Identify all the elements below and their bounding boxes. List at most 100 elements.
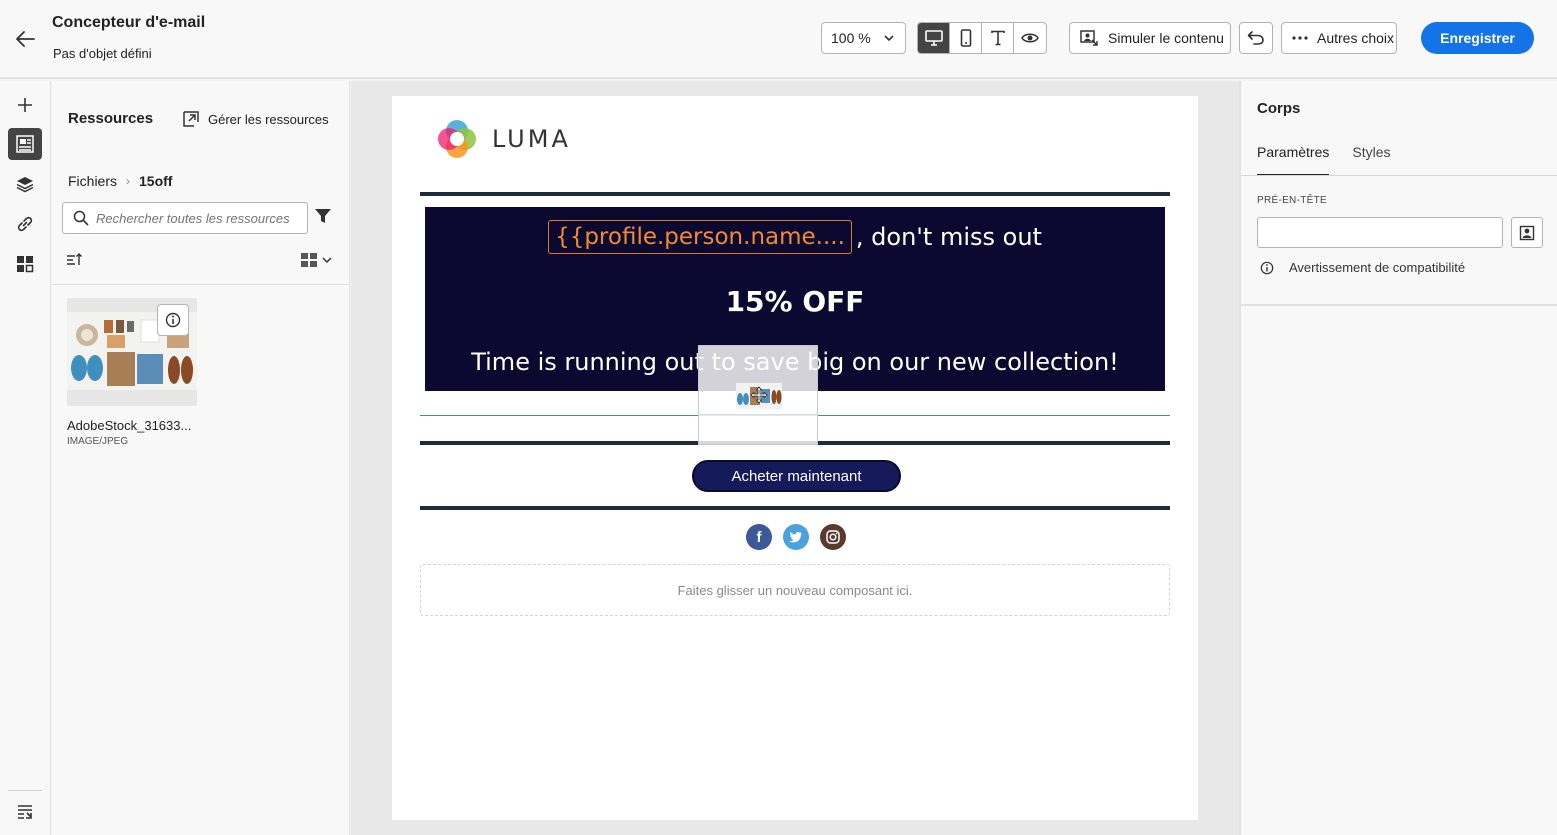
filter-button[interactable] <box>314 207 332 230</box>
email-body[interactable]: LUMA {{profile.person.name.... , don't m… <box>392 96 1198 820</box>
asset-type: IMAGE/JPEG <box>67 436 129 447</box>
chevron-down-icon <box>322 257 332 264</box>
brand-name: LUMA <box>492 125 571 153</box>
search-icon <box>73 210 89 226</box>
resource-search <box>62 202 308 234</box>
more-icon <box>1292 36 1308 40</box>
undo-button[interactable] <box>1239 22 1273 54</box>
hero-offer[interactable]: 15% OFF <box>425 285 1165 318</box>
layers-button[interactable] <box>8 168 42 200</box>
mobile-icon <box>960 29 971 47</box>
manage-resources-link[interactable]: Gérer les ressources <box>182 110 329 128</box>
simulate-label: Simuler le contenu <box>1108 30 1224 46</box>
assets-icon <box>16 135 34 153</box>
subject-line: Pas d'objet défini <box>53 46 152 61</box>
links-button[interactable] <box>8 208 42 240</box>
preheader-label: PRÉ-EN-TÊTE <box>1257 195 1327 206</box>
divider-bottom[interactable] <box>420 506 1170 510</box>
breadcrumb-current: 15off <box>139 173 173 189</box>
desktop-view-button[interactable] <box>918 23 950 53</box>
eye-icon <box>1021 33 1039 43</box>
add-components-button[interactable] <box>8 89 42 121</box>
personalization-icon <box>1519 225 1535 240</box>
component-dropzone[interactable]: Faites glisser un nouveau composant ici. <box>420 564 1170 616</box>
luma-logo-icon <box>438 120 476 158</box>
text-view-button[interactable] <box>982 23 1014 53</box>
fragments-icon <box>17 256 34 273</box>
manage-resources-label: Gérer les ressources <box>208 111 329 127</box>
resources-title: Ressources <box>68 110 154 127</box>
zoom-value: 100 % <box>831 30 871 46</box>
preview-button[interactable] <box>1014 23 1046 53</box>
sort-icon <box>67 253 82 265</box>
hero-headline[interactable]: {{profile.person.name.... , don't miss o… <box>425 220 1165 254</box>
facebook-icon[interactable]: f <box>746 524 772 550</box>
rail-divider <box>8 790 42 791</box>
mobile-view-button[interactable] <box>950 23 982 53</box>
text-icon <box>990 30 1005 46</box>
grid-view-icon <box>301 253 317 267</box>
assets-button[interactable] <box>8 128 42 160</box>
drag-preview <box>698 345 818 445</box>
asset-thumbnail[interactable] <box>67 298 197 406</box>
layers-settings-icon <box>18 805 32 819</box>
move-cursor-icon <box>750 386 768 404</box>
breadcrumb-root[interactable]: Fichiers <box>68 173 117 189</box>
more-options-button[interactable]: Autres choix <box>1281 22 1397 54</box>
simulate-icon <box>1080 30 1098 46</box>
tab-styles[interactable]: Styles <box>1352 144 1390 176</box>
sort-button[interactable] <box>66 252 84 271</box>
properties-tabs: Paramètres Styles <box>1257 144 1413 176</box>
section-divider <box>1241 304 1557 306</box>
drag-preview-divider <box>699 414 817 415</box>
info-icon <box>165 312 181 328</box>
plus-icon <box>18 98 32 112</box>
more-label: Autres choix <box>1317 30 1395 46</box>
info-icon <box>1260 261 1274 274</box>
email-canvas: LUMA {{profile.person.name.... , don't m… <box>351 81 1239 835</box>
view-layout-button[interactable] <box>300 252 333 268</box>
brand-logo[interactable]: LUMA <box>436 118 571 160</box>
preheader-input[interactable] <box>1257 217 1503 248</box>
view-mode-group <box>917 22 1047 54</box>
resources-panel: Ressources Gérer les ressources Fichiers… <box>52 81 350 835</box>
compatibility-label: Avertissement de compatibilité <box>1289 260 1466 275</box>
zoom-select[interactable]: 100 % <box>821 22 906 54</box>
back-button[interactable] <box>12 26 38 52</box>
tabs-divider <box>1241 175 1557 176</box>
asset-name: AdobeStock_31633... <box>67 418 192 433</box>
fragments-button[interactable] <box>8 248 42 280</box>
search-input[interactable] <box>96 210 296 226</box>
properties-title: Corps <box>1257 100 1301 117</box>
app-title: Concepteur d'e-mail <box>52 14 206 31</box>
properties-panel: Corps Paramètres Styles PRÉ-EN-TÊTE Aver… <box>1239 81 1557 835</box>
layer-settings-button[interactable] <box>8 796 42 828</box>
hero-headline-suffix: , don't miss out <box>855 223 1042 251</box>
compatibility-warning[interactable]: Avertissement de compatibilité <box>1260 260 1465 275</box>
simulate-content-button[interactable]: Simuler le contenu <box>1069 22 1231 54</box>
social-links: f <box>746 524 857 550</box>
twitter-icon[interactable] <box>783 524 809 550</box>
tab-settings[interactable]: Paramètres <box>1257 144 1330 176</box>
layers-icon <box>16 177 34 193</box>
link-icon <box>17 216 33 232</box>
breadcrumb: Fichiers › 15off <box>68 173 172 189</box>
open-external-icon <box>183 111 199 127</box>
arrow-left-icon <box>16 31 35 47</box>
divider-top[interactable] <box>420 192 1170 196</box>
desktop-icon <box>924 30 943 46</box>
personalization-token[interactable]: {{profile.person.name.... <box>548 220 852 254</box>
cta-button[interactable]: Acheter maintenant <box>692 460 901 492</box>
instagram-icon[interactable] <box>820 524 846 550</box>
asset-info-button[interactable] <box>157 304 189 336</box>
personalization-button[interactable] <box>1511 217 1543 248</box>
chevron-right-icon: › <box>126 174 131 188</box>
top-bar: Concepteur d'e-mail Pas d'objet défini 1… <box>0 0 1557 79</box>
undo-icon <box>1247 31 1264 45</box>
drag-thumbnail <box>736 383 782 409</box>
filter-icon <box>315 209 331 223</box>
panel-divider <box>52 284 350 285</box>
save-button[interactable]: Enregistrer <box>1421 22 1534 54</box>
chevron-down-icon <box>884 35 894 42</box>
left-rail <box>0 81 51 835</box>
